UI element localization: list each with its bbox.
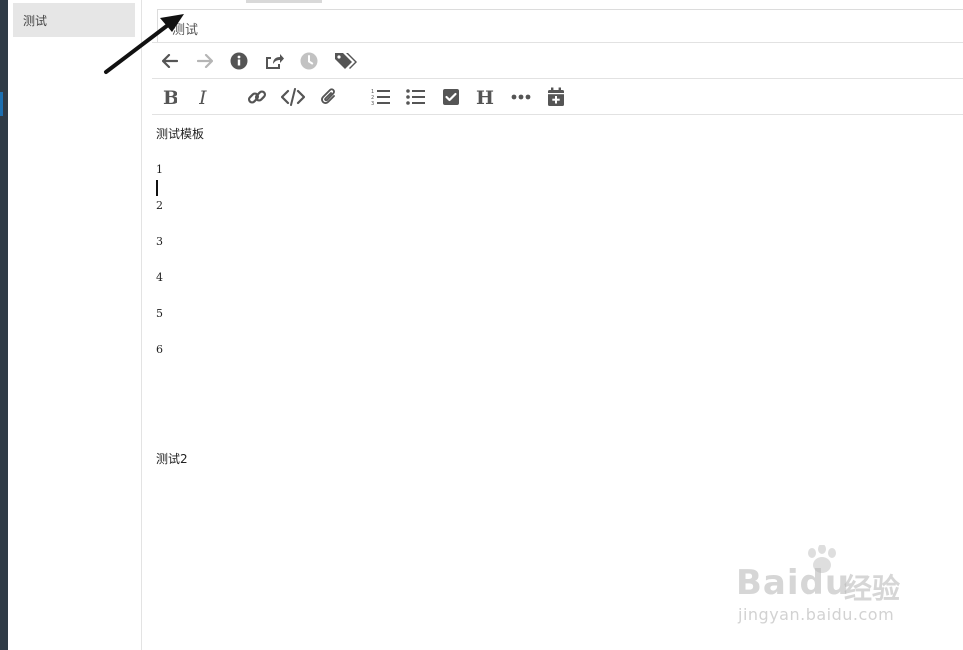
- divider: [152, 42, 963, 43]
- insert-date-button[interactable]: [543, 80, 569, 114]
- code-icon: [281, 88, 305, 106]
- svg-text:B: B: [163, 88, 177, 106]
- arrow-right-icon: [197, 54, 213, 68]
- unordered-list-icon: [406, 89, 425, 105]
- info-button[interactable]: [226, 44, 252, 78]
- svg-text:3: 3: [371, 101, 374, 106]
- unordered-list-button[interactable]: [403, 80, 429, 114]
- calendar-add-icon: [548, 87, 564, 106]
- note-list-item[interactable]: 测试: [13, 3, 135, 37]
- history-button[interactable]: [296, 44, 322, 78]
- share-button[interactable]: [261, 44, 287, 78]
- link-button[interactable]: [244, 80, 270, 114]
- tags-icon: [335, 53, 357, 69]
- editor-line: 4: [156, 271, 163, 284]
- left-edge-indicator: [0, 92, 3, 116]
- italic-icon: I: [199, 88, 207, 106]
- share-icon: [266, 54, 284, 69]
- note-editor[interactable]: 测试模板 1 2 3 4 5 6 测试2: [156, 120, 956, 640]
- note-action-toolbar: [152, 44, 963, 78]
- attachment-icon: [321, 88, 335, 104]
- forward-button[interactable]: [192, 44, 218, 78]
- format-toolbar: B I 123 H: [152, 80, 963, 114]
- ordered-list-button[interactable]: 123: [368, 80, 394, 114]
- note-list-sidebar: 测试: [8, 0, 142, 650]
- arrow-left-icon: [162, 54, 178, 68]
- italic-button[interactable]: I: [192, 80, 218, 114]
- heading-icon: H: [476, 88, 494, 106]
- svg-text:H: H: [476, 88, 494, 106]
- editor-line: 6: [156, 343, 163, 356]
- tags-button[interactable]: [331, 44, 361, 78]
- editor-line: 5: [156, 307, 163, 320]
- link-icon: [247, 90, 267, 104]
- note-title-field[interactable]: 测试: [157, 9, 963, 43]
- editor-line: 1: [156, 163, 163, 176]
- divider: [152, 78, 963, 79]
- text-cursor: [156, 180, 158, 196]
- back-button[interactable]: [157, 44, 183, 78]
- editor-line: 3: [156, 235, 163, 248]
- svg-text:I: I: [199, 88, 207, 106]
- editor-heading: 测试模板: [156, 127, 205, 141]
- heading-button[interactable]: H: [473, 80, 499, 114]
- bold-button[interactable]: B: [157, 80, 183, 114]
- more-icon: [511, 94, 531, 100]
- attachment-button[interactable]: [316, 80, 342, 114]
- divider: [152, 114, 963, 115]
- ordered-list-icon: 123: [371, 89, 390, 106]
- note-list-item-title: 测试: [23, 14, 48, 28]
- checkbox-icon: [443, 89, 459, 105]
- history-icon: [300, 52, 318, 70]
- editor-footer-text: 测试2: [156, 452, 188, 466]
- info-icon: [230, 52, 248, 70]
- note-title-text: 测试: [172, 23, 199, 38]
- editor-line: 2: [156, 199, 163, 212]
- bold-icon: B: [163, 88, 177, 106]
- more-button[interactable]: [508, 80, 534, 114]
- checkbox-button[interactable]: [438, 80, 464, 114]
- app-left-edge: [0, 0, 8, 650]
- code-button[interactable]: [279, 80, 307, 114]
- top-tab-indicator: [246, 0, 322, 3]
